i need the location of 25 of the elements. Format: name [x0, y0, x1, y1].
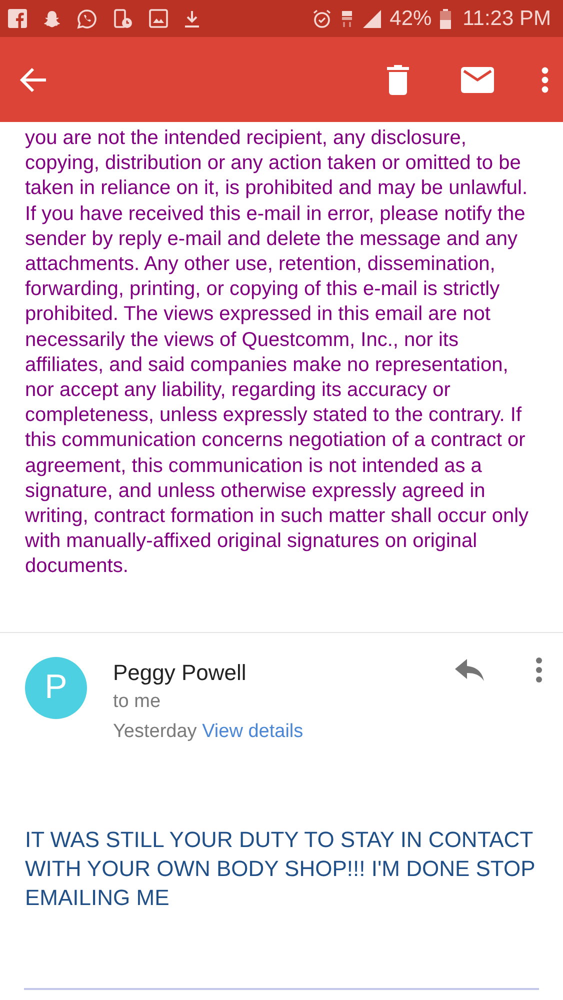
message-options-button[interactable] [535, 656, 543, 683]
view-details-link[interactable]: View details [202, 720, 304, 742]
chat-bubble-icon [77, 8, 97, 28]
delete-button[interactable] [387, 64, 409, 94]
facebook-icon [8, 9, 27, 28]
image-icon [149, 9, 168, 28]
date-label: Yesterday [113, 720, 197, 742]
alarm-clock-icon [312, 8, 332, 28]
download-icon [184, 10, 200, 28]
sender-avatar: P [25, 656, 87, 719]
reply-button[interactable] [455, 658, 485, 681]
signal-icon [362, 9, 382, 28]
phone-clock-icon [113, 8, 133, 28]
clock-time: 11:23 PM [462, 8, 551, 29]
back-button[interactable] [20, 66, 48, 92]
battery-percentage: 42% [390, 8, 432, 29]
ghost-icon [43, 10, 61, 28]
mail-button[interactable] [461, 66, 494, 92]
battery-icon [440, 8, 451, 28]
disclaimer-text: you are not the intended recipient, any disclosure, copying, distribution or any action taken or omitted to be taken in reliance on it, is prohibited and may be unlawful. If you have received this e-mail in error, please notify the sender by reply e-mail and delete the message and any attachments. Any other use, retention, dissemination, forwarding, printing, or copying of this e-mail is strictly prohibited. The views expressed in this email are not necessarily the views of Questcomm, Inc., nor its affiliates, and said companies make no representation, nor accept any liability, regarding its accuracy or completeness, unless expressly stated to the contrary. If this communication concerns negotiation of a contract or agreement, this communication is not intended as a signature, and unless otherwise expressly agreed in writing, contract formation in such matter shall occur only with manually-affixed original signatures on original documents. [24, 126, 530, 580]
network-type-icon [340, 8, 354, 28]
sender-name: Peggy Powell [113, 658, 248, 687]
recipient-label: to me [113, 690, 162, 714]
message-body: IT WAS STILL YOUR DUTY TO STAY IN CONTACT WITH YOUR OWN BODY SHOP!!! I'M DONE STOP EMAILING ME [24, 826, 536, 912]
more-options-button[interactable] [541, 66, 549, 92]
